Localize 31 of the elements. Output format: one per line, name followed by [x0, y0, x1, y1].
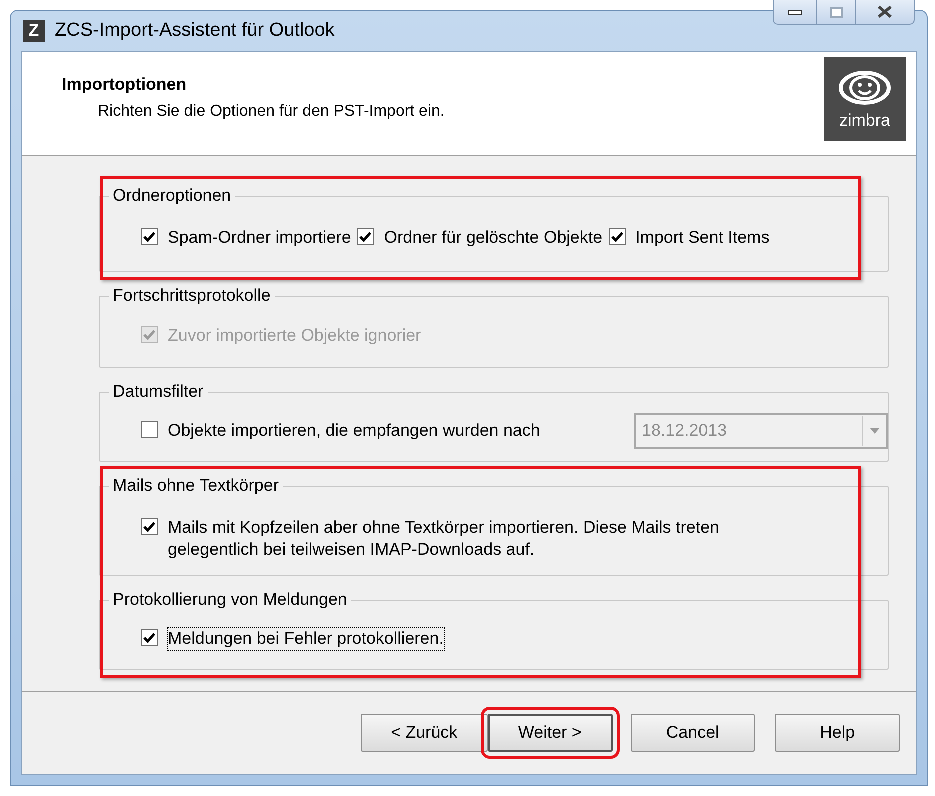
- page-subtitle: Richten Sie die Optionen für den PST-Import ein.: [97, 102, 445, 122]
- checkbox-label: Objekte importieren, die empfangen wurden nach: [168, 420, 540, 442]
- maximize-icon: [830, 6, 842, 18]
- minimize-button[interactable]: [773, 0, 817, 25]
- checkbox-label: Zuvor importierte Objekte ignorier: [168, 325, 422, 347]
- wizard-button[interactable]: Cancel: [630, 714, 756, 752]
- group-title: Ordneroptionen: [109, 186, 236, 206]
- close-icon: [876, 5, 894, 19]
- wizard-button[interactable]: Help: [775, 714, 900, 752]
- checkbox[interactable]: [141, 228, 158, 245]
- group-title: Fortschrittsprotokolle: [109, 286, 275, 306]
- window-title: ZCS-Import-Assistent für Outlook: [55, 18, 335, 43]
- checkbox[interactable]: [357, 228, 374, 245]
- checkbox-label: Meldungen bei Fehler protokollieren.: [168, 628, 444, 650]
- logo-text: zimbra: [839, 112, 890, 128]
- checkbox-label: Ordner für gelöschte Objekte: [384, 227, 603, 249]
- date-value: 18.12.2013: [641, 420, 728, 442]
- app-icon: Z: [23, 20, 45, 42]
- wizard-button[interactable]: < Zurück: [361, 714, 488, 752]
- checkbox[interactable]: [141, 629, 158, 646]
- minimize-icon: [788, 10, 802, 14]
- checkbox-label: Spam-Ordner importiere: [168, 227, 352, 249]
- checkbox-label: Mails mit Kopfzeilen aber ohne Textkörper importieren. Diese Mails treten gelegentlich bei teilweisen IMAP-Downloads auf.: [168, 517, 720, 561]
- close-button[interactable]: [855, 0, 915, 25]
- group-title: Mails ohne Textkörper: [109, 476, 283, 496]
- checkbox[interactable]: [141, 421, 158, 438]
- checkbox-label: Import Sent Items: [636, 227, 770, 249]
- page-title: Importoptionen: [62, 74, 188, 96]
- checkbox[interactable]: [141, 518, 158, 535]
- checkbox[interactable]: [608, 228, 626, 245]
- group-title: Protokollierung von Meldungen: [109, 590, 352, 610]
